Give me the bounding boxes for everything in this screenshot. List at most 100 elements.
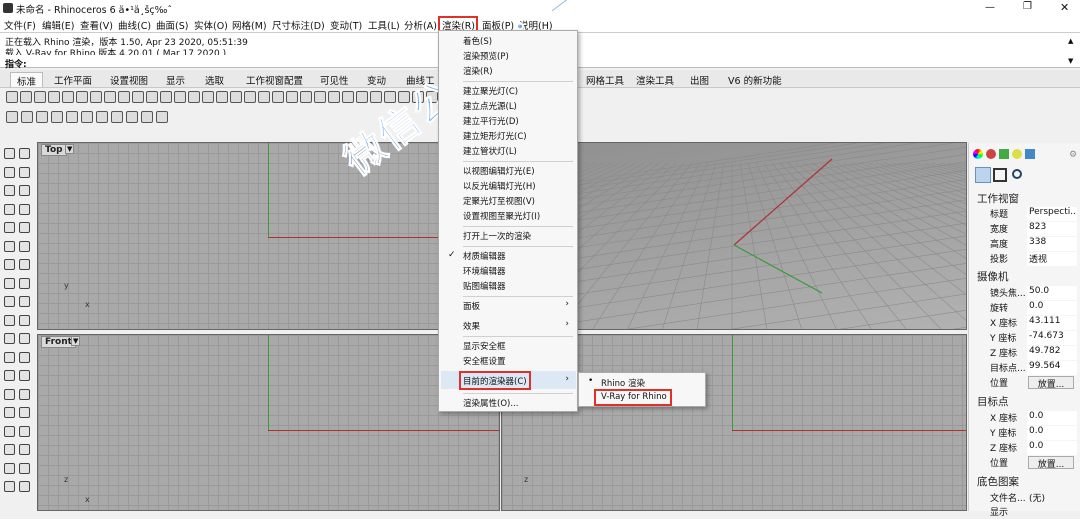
prop-value[interactable]: 0.0 <box>1027 426 1077 440</box>
secondary-tool-icon[interactable] <box>81 111 93 123</box>
light-icon[interactable] <box>1012 149 1022 159</box>
menu-file[interactable]: 文件(F) <box>4 18 36 32</box>
palette-tool-icon[interactable] <box>19 425 30 437</box>
standard-tool-icon[interactable] <box>104 91 116 103</box>
prop-value[interactable]: 823 <box>1027 222 1077 236</box>
standard-tool-icon[interactable] <box>286 91 298 103</box>
palette-tool-icon[interactable] <box>4 296 15 307</box>
viewport-menu-arrow-icon[interactable]: ▼ <box>65 144 75 154</box>
menu-item-shade[interactable]: 着色(S) <box>463 35 492 47</box>
palette-tool-icon[interactable] <box>19 185 30 196</box>
palette-tool-icon[interactable] <box>19 166 30 178</box>
palette-tool-icon[interactable] <box>19 351 30 363</box>
menu-item-environment-editor[interactable]: 环境编辑器 <box>463 265 506 277</box>
palette-tool-icon[interactable] <box>4 277 15 289</box>
menu-dimension[interactable]: 尺寸标注(D) <box>272 18 325 32</box>
tab-v6-new[interactable]: V6 的新功能 <box>722 72 788 87</box>
prop-value[interactable]: (无) <box>1027 491 1077 505</box>
color-wheel-icon[interactable] <box>973 149 983 159</box>
palette-tool-icon[interactable] <box>4 444 15 455</box>
palette-tool-icon[interactable] <box>19 222 30 233</box>
standard-tool-icon[interactable] <box>62 91 74 103</box>
tab-select[interactable]: 选取 <box>199 72 230 87</box>
palette-tool-icon[interactable] <box>4 407 15 418</box>
tab-render-tools[interactable]: 渲染工具 <box>630 72 680 87</box>
standard-tool-icon[interactable] <box>188 91 200 103</box>
palette-tool-icon[interactable] <box>4 240 15 252</box>
palette-tool-icon[interactable] <box>4 370 15 381</box>
standard-tool-icon[interactable] <box>244 91 256 103</box>
menu-item-edit-light-by-view[interactable]: 以视图编辑灯光(E) <box>463 165 535 177</box>
viewport-top[interactable]: Top ▼ y x <box>37 142 500 330</box>
menu-item-render[interactable]: 渲染(R) <box>463 65 493 77</box>
scroll-up-icon[interactable]: ▲ <box>1068 37 1073 45</box>
palette-tool-icon[interactable] <box>19 203 30 215</box>
standard-tool-icon[interactable] <box>258 91 270 103</box>
palette-tool-icon[interactable] <box>19 370 30 381</box>
menu-surface[interactable]: 曲面(S) <box>156 18 188 32</box>
command-prompt[interactable]: 指令: <box>5 57 27 70</box>
menu-view[interactable]: 查看(V) <box>80 18 113 32</box>
prop-value[interactable]: -74.673 <box>1027 331 1077 345</box>
prop-value[interactable]: 49.782 <box>1027 346 1077 360</box>
menu-item-edit-light-by-reflection[interactable]: 以反光编辑灯光(H) <box>463 180 536 192</box>
palette-tool-icon[interactable] <box>4 388 15 400</box>
submenu-item-rhino-render[interactable]: Rhino 渲染 <box>601 377 645 389</box>
standard-tool-icon[interactable] <box>314 91 326 103</box>
menu-item-effects[interactable]: 效果 <box>463 320 480 332</box>
frame-icon[interactable] <box>993 168 1007 182</box>
menu-item-render-preview[interactable]: 渲染预览(P) <box>463 50 509 62</box>
menu-item-view-to-spotlight[interactable]: 设置视图至聚光灯(I) <box>463 210 540 222</box>
standard-tool-icon[interactable] <box>118 91 130 103</box>
texture-icon[interactable] <box>999 149 1009 159</box>
menu-transform[interactable]: 变动(T) <box>330 18 362 32</box>
minimize-button[interactable]: — <box>985 2 995 13</box>
tab-viewport-layout[interactable]: 工作视窗配置 <box>240 72 309 87</box>
palette-tool-icon[interactable] <box>19 148 30 159</box>
secondary-tool-icon[interactable] <box>6 111 18 123</box>
link-icon[interactable] <box>1012 169 1022 179</box>
prop-value[interactable]: 50.0 <box>1027 286 1077 300</box>
palette-tool-icon[interactable] <box>4 185 15 196</box>
menu-item-spotlight-to-view[interactable]: 定聚光灯至视图(V) <box>463 195 535 207</box>
secondary-tool-icon[interactable] <box>51 111 63 123</box>
palette-tool-icon[interactable] <box>4 166 15 178</box>
prop-value[interactable]: 透视 <box>1027 252 1077 266</box>
palette-tool-icon[interactable] <box>4 333 15 344</box>
standard-tool-icon[interactable] <box>230 91 242 103</box>
prop-value[interactable]: 338 <box>1027 237 1077 251</box>
standard-tool-icon[interactable] <box>216 91 228 103</box>
menu-curve[interactable]: 曲线(C) <box>118 18 151 32</box>
menu-item-rectangular-light[interactable]: 建立矩形灯光(C) <box>463 130 527 142</box>
palette-tool-icon[interactable] <box>19 462 30 474</box>
menu-analyze[interactable]: 分析(A) <box>404 18 437 32</box>
menu-solid[interactable]: 实体(O) <box>194 18 228 32</box>
standard-tool-icon[interactable] <box>174 91 186 103</box>
place-button[interactable]: 放置... <box>1028 456 1074 470</box>
tab-set-view[interactable]: 设置视图 <box>104 72 154 87</box>
palette-tool-icon[interactable] <box>4 222 15 233</box>
menu-item-open-last-render[interactable]: 打开上一次的渲染 <box>463 230 531 242</box>
palette-tool-icon[interactable] <box>4 148 15 159</box>
secondary-tool-icon[interactable] <box>66 111 78 123</box>
secondary-tool-icon[interactable] <box>126 111 138 123</box>
gear-icon[interactable]: ⚙ <box>1069 150 1077 160</box>
palette-tool-icon[interactable] <box>4 481 15 492</box>
standard-tool-icon[interactable] <box>300 91 312 103</box>
standard-tool-icon[interactable] <box>132 91 144 103</box>
standard-tool-icon[interactable] <box>146 91 158 103</box>
standard-tool-icon[interactable] <box>160 91 172 103</box>
palette-tool-icon[interactable] <box>4 425 15 437</box>
palette-tool-icon[interactable] <box>19 277 30 289</box>
standard-tool-icon[interactable] <box>34 91 46 103</box>
viewport-front[interactable]: Front ▼ z x <box>37 334 500 511</box>
prop-value[interactable]: Perspecti... <box>1027 207 1077 221</box>
palette-tool-icon[interactable] <box>4 259 15 270</box>
prop-value[interactable]: 0.0 <box>1027 441 1077 455</box>
menu-item-directional-light[interactable]: 建立平行光(D) <box>463 115 519 127</box>
prop-value[interactable]: 43.111 <box>1027 316 1077 330</box>
palette-tool-icon[interactable] <box>19 407 30 418</box>
palette-tool-icon[interactable] <box>4 351 15 363</box>
standard-tool-icon[interactable] <box>76 91 88 103</box>
menu-tools[interactable]: 工具(L) <box>368 18 400 32</box>
